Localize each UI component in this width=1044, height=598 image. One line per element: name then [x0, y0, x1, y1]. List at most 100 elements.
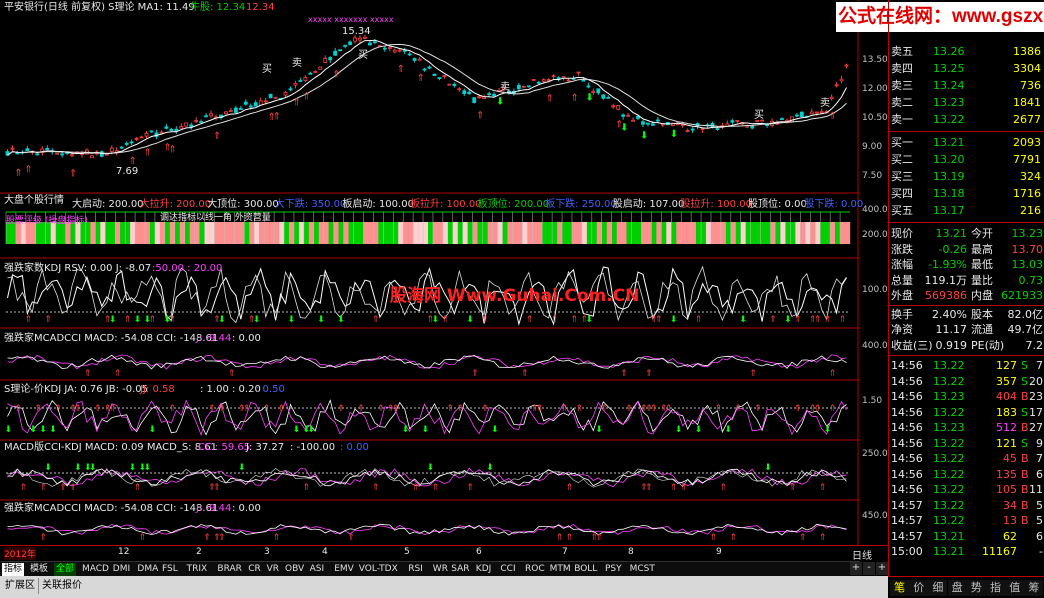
- candle-body: [407, 53, 412, 56]
- down-arrow-icon: ⬇: [640, 130, 648, 141]
- indicator-tab[interactable]: 指标: [2, 563, 25, 576]
- quote-tab[interactable]: 势: [966, 580, 986, 596]
- band-bar: [606, 222, 612, 244]
- band-bar: [810, 222, 816, 244]
- band-bar: [591, 222, 597, 244]
- tick-side: B: [1021, 498, 1029, 512]
- indicator-tab[interactable]: DMI: [110, 563, 133, 576]
- quote-tab[interactable]: 细: [928, 580, 948, 596]
- stat-row: 外盘 569386 内盘 621933: [889, 288, 1044, 303]
- up-arrow-icon: ⇑: [347, 533, 355, 543]
- price-axis-label: 9.00: [862, 142, 883, 152]
- candle-body: [119, 146, 124, 149]
- band-bar: [487, 222, 493, 244]
- period-label[interactable]: 日线: [852, 547, 872, 562]
- band-bar: [318, 222, 324, 244]
- candle-body: [606, 96, 611, 99]
- ask-level-label: 卖三: [891, 79, 913, 92]
- quote-tab[interactable]: 笔: [890, 580, 909, 596]
- indicator-tab[interactable]: PSY: [603, 563, 624, 576]
- tick-count: 11: [1029, 483, 1043, 496]
- up-arrow-icon: ⇑: [824, 315, 832, 325]
- indicator-tab[interactable]: VR: [264, 563, 282, 576]
- trade-tick-row: 14:57 13.22 13 B 5: [889, 513, 1044, 528]
- candle-body: [561, 76, 566, 79]
- band-bar: [666, 222, 672, 244]
- indicator-tab[interactable]: KDJ: [473, 563, 494, 576]
- quote-tab[interactable]: 价: [909, 580, 929, 596]
- panel2-legend-item: 股下跌: 0.00: [804, 199, 864, 210]
- candle-body: [566, 79, 571, 82]
- zoom-out-button[interactable]: -: [863, 562, 875, 575]
- quote-tab[interactable]: 筹: [1024, 580, 1044, 596]
- panel6-x: : -100.00: [290, 442, 336, 453]
- indicator-tab[interactable]: ASI: [307, 563, 327, 576]
- up-arrow-icon: ⇑: [570, 93, 578, 104]
- candle-body: [60, 153, 65, 156]
- band-bar: [115, 222, 121, 244]
- moving-average-line: [7, 39, 847, 156]
- indicator-tab[interactable]: RSI: [406, 563, 425, 576]
- candle-body: [164, 126, 169, 129]
- up-arrow-icon: ⇑: [218, 533, 226, 543]
- band-bar: [795, 222, 801, 244]
- quote-tab[interactable]: 指: [986, 580, 1005, 596]
- indicator-tab[interactable]: TRIX: [184, 563, 210, 576]
- ask-level-row: 卖二 13.23 1841: [889, 95, 1044, 110]
- indicator-tab[interactable]: EMV: [332, 563, 356, 576]
- indicator-tab[interactable]: FSL: [160, 563, 180, 576]
- up-arrow-icon: ⇑: [228, 369, 236, 379]
- band-bar: [418, 222, 424, 244]
- band-bar: [740, 222, 746, 244]
- panel7-axis-label: 450.0: [862, 511, 888, 521]
- indicator-tab[interactable]: MCST: [627, 563, 657, 576]
- down-arrow-icon: ⬇: [486, 463, 494, 473]
- tick-count: 23: [1029, 390, 1043, 403]
- indicator-tab[interactable]: 全部: [54, 563, 77, 576]
- quote-tab[interactable]: 值: [1005, 580, 1025, 596]
- trade-marker: 卖: [292, 57, 302, 69]
- candle-body: [263, 100, 268, 103]
- indicator-tab[interactable]: BRAR: [215, 563, 244, 576]
- band-bar: [507, 222, 513, 244]
- down-arrow-icon: ⬇: [670, 315, 678, 325]
- indicator-tab[interactable]: DMA: [135, 563, 161, 576]
- indicator-tab[interactable]: ROC: [523, 563, 547, 576]
- candle-body: [134, 138, 139, 140]
- indicator-tab[interactable]: MACD: [80, 563, 111, 576]
- band-bar: [676, 222, 682, 244]
- band-bar: [467, 222, 473, 244]
- indicator-tab[interactable]: MTM: [547, 563, 573, 576]
- indicator-tab[interactable]: WR: [430, 563, 450, 576]
- add-panel-button[interactable]: +: [876, 562, 888, 575]
- up-arrow-icon: ⇑: [481, 315, 489, 325]
- tick-volume: 183: [996, 405, 1017, 419]
- indicator-tab[interactable]: BOLL: [572, 563, 600, 576]
- panel2-axis-label: 200.0: [862, 230, 888, 240]
- indicator-tab[interactable]: CR: [246, 563, 263, 576]
- indicator-tab[interactable]: OBV: [283, 563, 307, 576]
- down-arrow-icon: ⬇: [74, 463, 82, 473]
- ask-level-row: 卖四 13.25 3304: [889, 61, 1044, 76]
- tick-side: B: [1021, 421, 1029, 434]
- indicator-tab[interactable]: 模板: [28, 563, 51, 576]
- up-arrow-icon: ⇑: [34, 404, 42, 414]
- indicator-tab[interactable]: CCI: [498, 563, 518, 576]
- chart-area[interactable]: ⇑ ⇑ ⇑ ⇑ ⇑ ⇑ ⇑ ⇑ ⇑ ⇑ ⇑ ⇑ ⇑ ⇑ ⇑ ⇑ ⬇ ⇑ ⇑ ⬇ ⇑ ⬇ ⬇ ⬇ ⇑ 买买卖卖买卖 ⇑ ⇑ ⇑ ⬇ ⇑ ⬇ ⬇ ⇑ ⬇…: [0, 0, 864, 545]
- quote-tab[interactable]: 盘: [947, 580, 967, 596]
- expand-area-button[interactable]: 扩展区: [2, 578, 38, 594]
- down-arrow-icon: ⬇: [824, 425, 832, 435]
- candle-body: [139, 136, 144, 139]
- band-bar: [348, 222, 354, 244]
- indicator-tab[interactable]: SAR: [449, 563, 472, 576]
- related-quotes-button[interactable]: 关联报价: [38, 578, 85, 594]
- stat-label: 涨跌: [891, 242, 913, 256]
- zoom-in-button[interactable]: +: [850, 562, 862, 575]
- up-arrow-icon: ⇑: [789, 483, 797, 493]
- candle-body: [328, 57, 333, 61]
- tick-side: S: [1021, 374, 1028, 388]
- up-arrow-icon: ⇑: [14, 168, 22, 179]
- down-arrow-icon: ⬇: [317, 315, 325, 325]
- candle-body: [338, 49, 343, 52]
- indicator-tab[interactable]: VOL-TDX: [356, 563, 400, 576]
